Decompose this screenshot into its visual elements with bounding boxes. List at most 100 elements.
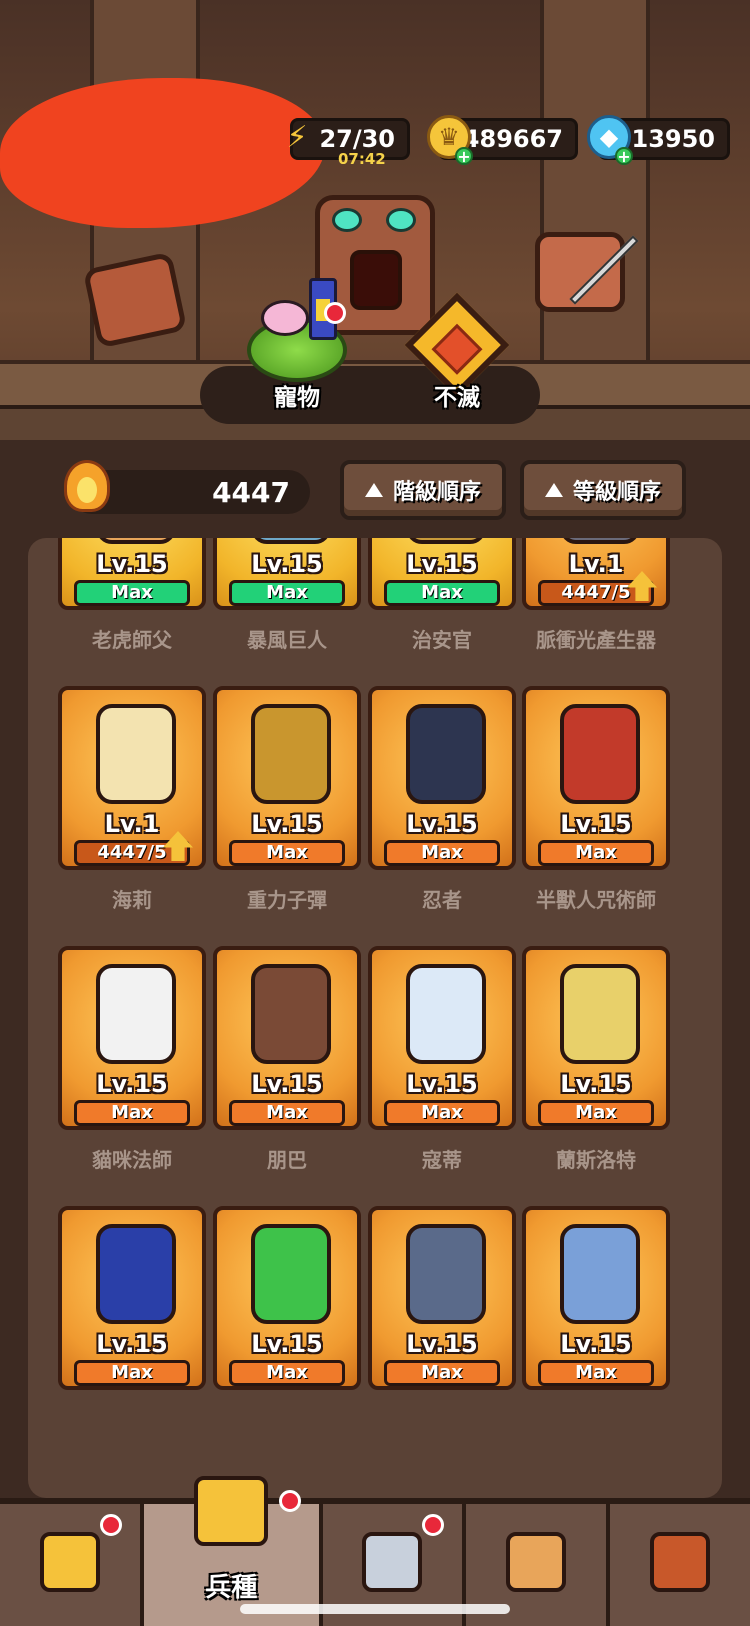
hero-name: 忍者 [422, 888, 462, 912]
hero-portrait [406, 538, 486, 544]
hero-card[interactable]: Lv.1 4447/5 [522, 538, 670, 610]
hero-name: 半獸人咒術師 [536, 888, 656, 912]
hero-card[interactable]: Lv.15 Max [58, 538, 206, 610]
pet-notification-dot [324, 302, 346, 324]
hero-status: Max [421, 582, 463, 603]
hero-card[interactable]: Lv.15 Max [522, 686, 670, 870]
hero-level: Lv.1 [104, 810, 160, 838]
sort-by-grade-button[interactable]: 階級順序 [340, 460, 506, 520]
add-gold-icon[interactable]: + [455, 147, 473, 165]
hero-level: Lv.15 [251, 1070, 323, 1098]
max-level-bar: Max [74, 1100, 190, 1126]
hero-card[interactable]: Lv.15 Max [368, 686, 516, 870]
max-level-bar: Max [384, 1360, 500, 1386]
add-gem-icon[interactable]: + [615, 147, 633, 165]
hero-portrait [406, 1224, 486, 1324]
hero-name: 重力子彈 [247, 888, 327, 912]
hero-level: Lv.15 [96, 1070, 168, 1098]
hero-card[interactable]: Lv.15 Max [368, 538, 516, 610]
hero-status: Max [266, 1362, 308, 1383]
hero-portrait [251, 704, 331, 804]
power-value: 4447 [212, 476, 290, 509]
hero-card[interactable]: Lv.15 Max [522, 946, 670, 1130]
nav-item-treasure[interactable] [610, 1504, 750, 1626]
hero-level: Lv.1 [568, 550, 624, 578]
hero-name: 老虎師父 [92, 628, 172, 652]
hero-level: Lv.15 [406, 810, 478, 838]
flame-icon [64, 460, 110, 512]
hero-card[interactable]: Lv.15 Max [213, 686, 361, 870]
hero-status: Max [266, 1102, 308, 1123]
max-level-bar: Max [229, 1100, 345, 1126]
sort-grade-label: 階級順序 [392, 480, 481, 505]
card-icon [506, 1532, 567, 1592]
boss-eye-left [332, 208, 362, 232]
hero-card[interactable]: Lv.15 Max [368, 946, 516, 1130]
hero-portrait [560, 538, 640, 544]
hero-card[interactable]: Lv.15 Max [213, 538, 361, 610]
hero-card[interactable]: Lv.15 Max [58, 1206, 206, 1390]
max-level-bar: Max [538, 840, 654, 866]
nav-label: 兵種 [205, 1573, 258, 1603]
hero-card[interactable]: Lv.15 Max [58, 946, 206, 1130]
pet-button[interactable]: 寵物 [232, 278, 362, 424]
notification-dot [99, 1514, 122, 1536]
hero-portrait [96, 1224, 176, 1324]
hero-name: 治安官 [412, 628, 472, 652]
sort-arrow-up-icon [544, 483, 563, 497]
max-level-bar: Max [229, 1360, 345, 1386]
hero-card[interactable]: Lv.1 4447/5 [58, 686, 206, 870]
pet-icon [247, 278, 347, 382]
max-level-bar: Max [538, 1360, 654, 1386]
hero-status: Max [111, 1102, 153, 1123]
boss-eye-right [386, 208, 416, 232]
hero-portrait [96, 538, 176, 544]
hero-card[interactable]: Lv.15 Max [522, 1206, 670, 1390]
upgrade-progress-bar: 4447/5 [74, 831, 193, 866]
hero-portrait [96, 704, 176, 804]
hero-name: 海莉 [112, 888, 152, 912]
hero-name: 貓咪法師 [92, 1148, 172, 1172]
hero-card[interactable]: Lv.15 Max [213, 946, 361, 1130]
axolotl-icon [261, 300, 309, 336]
energy-timer: 07:42 [338, 150, 386, 168]
max-level-bar: Max [538, 1100, 654, 1126]
hero-status: Max [421, 842, 463, 863]
hero-card[interactable]: Lv.15 Max [213, 1206, 361, 1390]
hero-grid-panel[interactable]: Lv.15 Max 老虎師父 Lv.15 Max 暴風巨人 Lv.15 Max 治安官 Lv.1 4… [28, 538, 722, 1498]
hero-status: Max [111, 1362, 153, 1383]
crown-icon [194, 1476, 269, 1546]
notification-dot [422, 1514, 445, 1536]
gold-counter[interactable]: ♛ + 489667 [427, 115, 578, 165]
stone-pillar-right [540, 0, 650, 420]
sort-level-label: 等級順序 [572, 480, 661, 505]
max-level-bar: Max [384, 840, 500, 866]
nav-item-shop[interactable] [0, 1504, 144, 1626]
hero-portrait [406, 964, 486, 1064]
hero-portrait [251, 1224, 331, 1324]
hero-portrait [251, 538, 331, 544]
hero-name: 脈衝光產生器 [536, 628, 656, 652]
shop-icon [39, 1532, 100, 1592]
hero-status: 4447/5 [561, 582, 631, 603]
gem-value: 13950 [631, 125, 716, 153]
gem-counter[interactable]: ◆ + 13950 [587, 115, 730, 165]
hero-status: Max [266, 582, 308, 603]
hero-status: Max [266, 842, 308, 863]
swordsman-sprite [535, 232, 625, 312]
hero-level: Lv.15 [560, 1070, 632, 1098]
sort-by-level-button[interactable]: 等級順序 [520, 460, 686, 520]
max-level-bar: Max [229, 840, 345, 866]
immortal-button[interactable]: 不滅 [392, 292, 522, 424]
hero-card[interactable]: Lv.15 Max [368, 1206, 516, 1390]
hero-portrait [406, 704, 486, 804]
hero-level: Lv.15 [560, 810, 632, 838]
hero-status: Max [421, 1362, 463, 1383]
max-level-bar: Max [384, 580, 500, 606]
pet-label: 寵物 [274, 385, 320, 411]
max-level-bar: Max [74, 1360, 190, 1386]
hero-level: Lv.15 [96, 550, 168, 578]
hero-level: Lv.15 [251, 550, 323, 578]
max-level-bar: Max [384, 1100, 500, 1126]
total-power: 4447 [64, 460, 310, 514]
